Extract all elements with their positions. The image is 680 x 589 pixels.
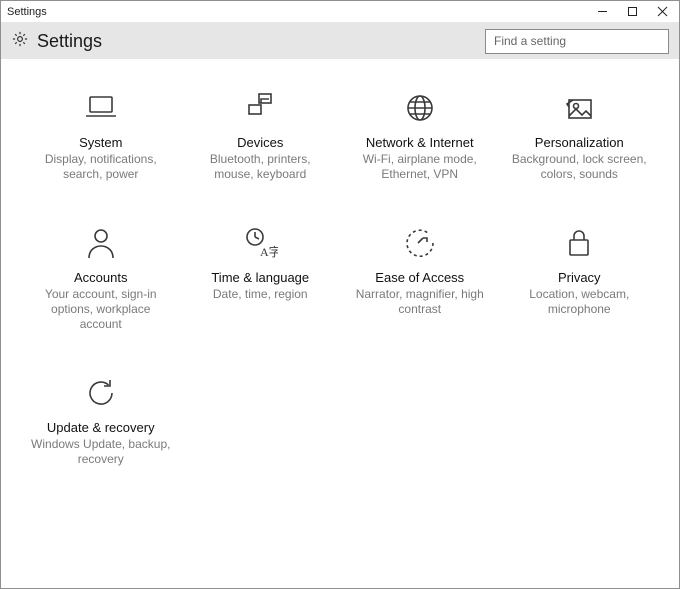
gear-icon [11,30,29,53]
tile-title: Time & language [211,270,309,285]
tile-update-recovery[interactable]: Update & recovery Windows Update, backup… [31,374,171,467]
tile-title: Privacy [558,270,601,285]
tile-desc: Display, notifications, search, power [31,152,171,182]
close-button[interactable] [647,2,677,22]
header-bar: Settings [1,23,679,59]
tile-title: Ease of Access [375,270,464,285]
maximize-button[interactable] [617,2,647,22]
printer-icon [241,89,279,127]
window-title: Settings [7,6,47,18]
tile-title: Devices [237,135,283,150]
window-titlebar: Settings [1,1,679,23]
lock-icon [560,224,598,262]
tile-title: Network & Internet [366,135,474,150]
tile-title: Accounts [74,270,127,285]
picture-icon [560,89,598,127]
tile-system[interactable]: System Display, notifications, search, p… [31,89,171,182]
tile-devices[interactable]: Devices Bluetooth, printers, mouse, keyb… [191,89,331,182]
tile-desc: Narrator, magnifier, high contrast [350,287,490,317]
globe-icon [401,89,439,127]
minimize-button[interactable] [587,2,617,22]
tile-desc: Bluetooth, printers, mouse, keyboard [191,152,331,182]
person-icon [82,224,120,262]
update-icon [82,374,120,412]
tile-desc: Windows Update, backup, recovery [31,437,171,467]
tile-network[interactable]: Network & Internet Wi-Fi, airplane mode,… [350,89,490,182]
tile-title: Update & recovery [47,420,155,435]
search-input[interactable] [485,29,669,54]
tile-title: Personalization [535,135,624,150]
tile-desc: Background, lock screen, colors, sounds [510,152,650,182]
tile-time-language[interactable]: A字 Time & language Date, time, region [191,224,331,332]
tile-desc: Your account, sign-in options, workplace… [31,287,171,332]
clock-language-icon: A字 [241,224,279,262]
settings-grid: System Display, notifications, search, p… [1,59,679,497]
ease-of-access-icon [401,224,439,262]
tile-title: System [79,135,122,150]
svg-text:A字: A字 [260,244,278,259]
tile-privacy[interactable]: Privacy Location, webcam, microphone [510,224,650,332]
laptop-icon [82,89,120,127]
tile-ease-of-access[interactable]: Ease of Access Narrator, magnifier, high… [350,224,490,332]
tile-desc: Date, time, region [213,287,308,302]
tile-desc: Wi-Fi, airplane mode, Ethernet, VPN [350,152,490,182]
tile-desc: Location, webcam, microphone [510,287,650,317]
tile-personalization[interactable]: Personalization Background, lock screen,… [510,89,650,182]
tile-accounts[interactable]: Accounts Your account, sign-in options, … [31,224,171,332]
page-title: Settings [37,31,102,52]
